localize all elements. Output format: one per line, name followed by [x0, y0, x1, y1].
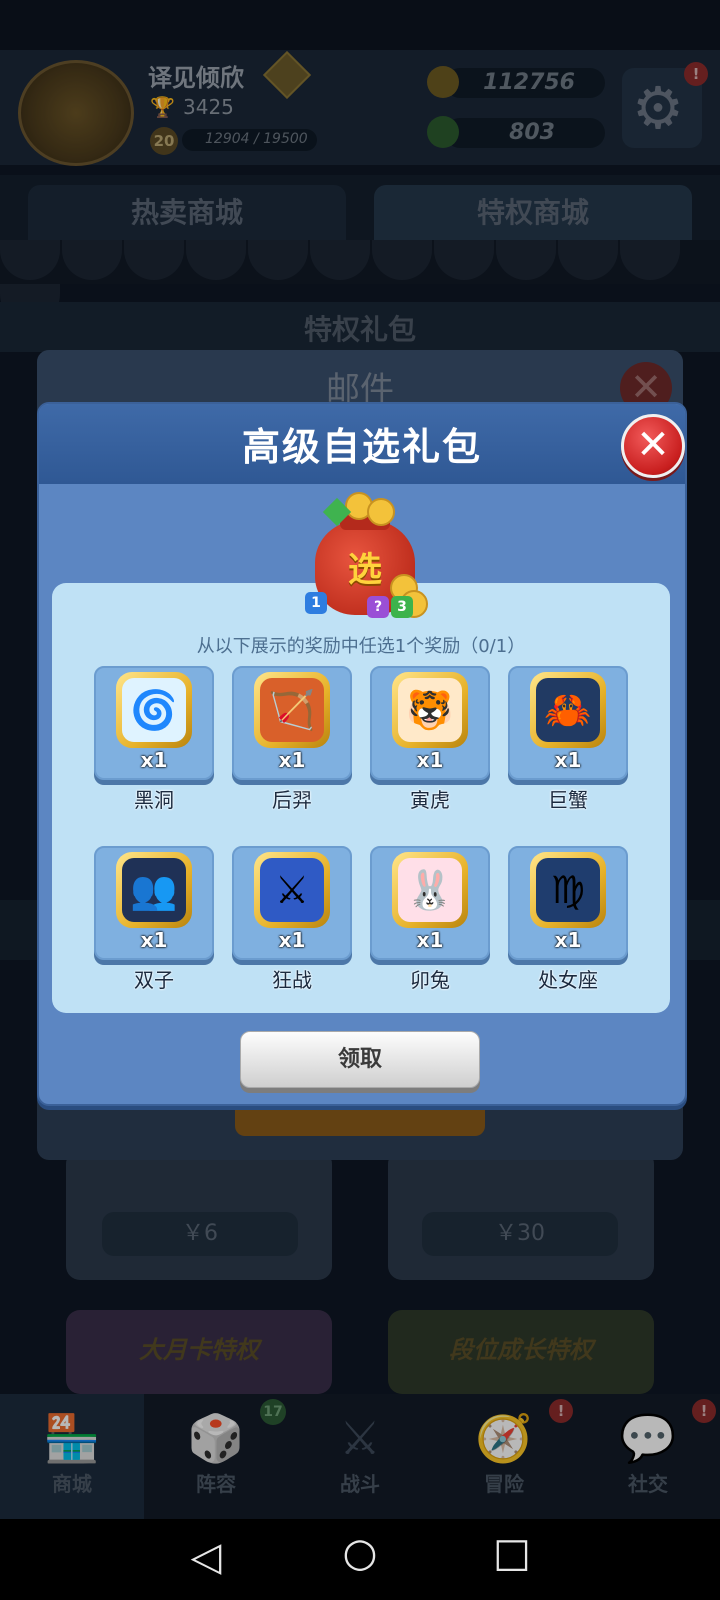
- reward-name: 卯兔: [410, 968, 450, 992]
- selection-hint: 从以下展示的奖励中任选1个奖励（0/1）: [196, 636, 526, 657]
- gift-dialog-title: 高级自选礼包: [241, 425, 482, 469]
- berserker-icon: ⚔: [260, 858, 324, 922]
- home-icon[interactable]: ○: [330, 1530, 390, 1576]
- reward-frame: 🏹: [254, 672, 330, 748]
- reward-card[interactable]: 🏹 x1: [232, 666, 352, 780]
- reward-name: 处女座: [538, 968, 598, 992]
- reward-option[interactable]: ⚔ x1 狂战: [232, 846, 352, 993]
- reward-frame: 🐯: [392, 672, 468, 748]
- reward-frame: 👥: [116, 852, 192, 928]
- reward-option[interactable]: 🏹 x1 后羿: [232, 666, 352, 813]
- reward-name: 狂战: [272, 968, 312, 992]
- tiger-icon: 🐯: [398, 678, 462, 742]
- reward-card[interactable]: ♍ x1: [508, 846, 628, 960]
- reward-card[interactable]: 🐯 x1: [370, 666, 490, 780]
- crab-icon: 🦀: [536, 678, 600, 742]
- reward-card[interactable]: 👥 x1: [94, 846, 214, 960]
- close-button[interactable]: ✕: [621, 414, 685, 478]
- reward-name: 寅虎: [410, 788, 450, 812]
- reward-card[interactable]: 🌀 x1: [94, 666, 214, 780]
- claim-button[interactable]: 领取: [240, 1031, 480, 1088]
- reward-frame: ⚔: [254, 852, 330, 928]
- reward-option[interactable]: 🌀 x1 黑洞: [94, 666, 214, 813]
- archer-icon: 🏹: [260, 678, 324, 742]
- rabbit-icon: 🐰: [398, 858, 462, 922]
- reward-option[interactable]: 🦀 x1 巨蟹: [508, 666, 628, 813]
- reward-option[interactable]: 👥 x1 双子: [94, 846, 214, 993]
- reward-card[interactable]: 🐰 x1: [370, 846, 490, 960]
- reward-frame: 🐰: [392, 852, 468, 928]
- reward-name: 巨蟹: [548, 788, 588, 812]
- reward-quantity: x1: [140, 928, 168, 952]
- reward-quantity: x1: [140, 748, 168, 772]
- reward-name: 后羿: [272, 788, 312, 812]
- reward-option[interactable]: 🐰 x1 卯兔: [370, 846, 490, 993]
- reward-quantity: x1: [278, 748, 306, 772]
- lucky-bag-icon: 选 1 ? 3: [305, 490, 428, 625]
- reward-frame: 🌀: [116, 672, 192, 748]
- reward-frame: 🦀: [530, 672, 606, 748]
- virgo-icon: ♍: [536, 858, 600, 922]
- black-hole-icon: 🌀: [122, 678, 186, 742]
- reward-quantity: x1: [278, 928, 306, 952]
- reward-name: 黑洞: [134, 788, 174, 812]
- reward-quantity: x1: [416, 928, 444, 952]
- reward-card[interactable]: 🦀 x1: [508, 666, 628, 780]
- back-icon[interactable]: ◁: [176, 1534, 236, 1580]
- reward-frame: ♍: [530, 852, 606, 928]
- reward-card[interactable]: ⚔ x1: [232, 846, 352, 960]
- reward-name: 双子: [134, 968, 174, 992]
- reward-quantity: x1: [416, 748, 444, 772]
- recents-icon[interactable]: □: [482, 1530, 542, 1576]
- gemini-icon: 👥: [122, 858, 186, 922]
- reward-quantity: x1: [554, 748, 582, 772]
- reward-quantity: x1: [554, 928, 582, 952]
- bag-label: 选: [348, 550, 382, 590]
- reward-option[interactable]: ♍ x1 处女座: [508, 846, 628, 993]
- reward-option[interactable]: 🐯 x1 寅虎: [370, 666, 490, 813]
